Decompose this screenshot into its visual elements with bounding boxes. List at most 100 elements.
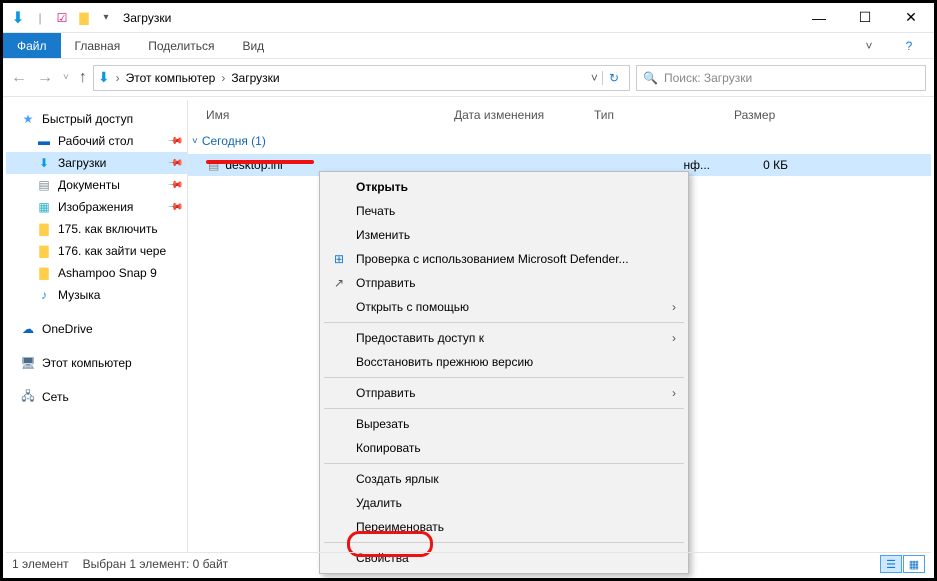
- column-type[interactable]: Тип: [594, 108, 734, 122]
- close-button[interactable]: ✕: [888, 3, 934, 33]
- sidebar-item-label: Рабочий стол: [58, 134, 133, 148]
- column-headers: Имя Дата изменения Тип Размер: [188, 100, 931, 130]
- menu-open[interactable]: Открыть: [322, 175, 686, 199]
- sidebar-label: Быстрый доступ: [42, 112, 133, 126]
- title-bar: ⬇ | ☑ ▇ ▾ Загрузки — ☐ ✕: [3, 3, 934, 33]
- navigation-bar: ← → ˅ ↑ ⬇ › Этот компьютер › Загрузки ˅ …: [3, 59, 934, 97]
- refresh-button[interactable]: ↻: [602, 71, 625, 85]
- nav-back-button[interactable]: ←: [11, 69, 27, 87]
- nav-up-button[interactable]: ↑: [79, 69, 87, 87]
- menu-edit[interactable]: Изменить: [322, 223, 686, 247]
- folder-icon: ▇: [36, 244, 52, 258]
- sidebar-label: Этот компьютер: [42, 356, 132, 370]
- sidebar-item-folder[interactable]: ▇ 175. как включить: [6, 218, 187, 240]
- group-label: Сегодня (1): [202, 134, 266, 148]
- column-name[interactable]: Имя: [206, 108, 454, 122]
- ribbon-expand-icon[interactable]: ˅: [854, 33, 884, 58]
- sidebar-label: Сеть: [42, 390, 69, 404]
- menu-restore-previous[interactable]: Восстановить прежнюю версию: [322, 350, 686, 374]
- sidebar-item-downloads[interactable]: ⬇ Загрузки 📌: [6, 152, 187, 174]
- sidebar-item-label: Документы: [58, 178, 120, 192]
- menu-defender[interactable]: ⊞ Проверка с использованием Microsoft De…: [322, 247, 686, 271]
- pin-icon: 📌: [166, 199, 183, 216]
- sidebar-item-folder[interactable]: ▇ Ashampoo Snap 9: [6, 262, 187, 284]
- sidebar-network[interactable]: 🖧 Сеть: [6, 386, 187, 408]
- sidebar-quickaccess[interactable]: ★ Быстрый доступ: [6, 108, 187, 130]
- menu-copy[interactable]: Копировать: [322, 436, 686, 460]
- menu-rename[interactable]: Переименовать: [322, 515, 686, 539]
- breadcrumb-root[interactable]: Этот компьютер: [126, 71, 216, 85]
- sidebar-item-pictures[interactable]: ▦ Изображения 📌: [6, 196, 187, 218]
- cloud-icon: ☁: [20, 322, 36, 336]
- breadcrumb-current[interactable]: Загрузки: [231, 71, 279, 85]
- maximize-button[interactable]: ☐: [842, 3, 888, 33]
- search-box[interactable]: 🔍 Поиск: Загрузки: [636, 65, 926, 91]
- menu-giveaccess[interactable]: Предоставить доступ к ›: [322, 326, 686, 350]
- folder-icon: ▇: [36, 266, 52, 280]
- search-placeholder: Поиск: Загрузки: [664, 71, 752, 85]
- column-date[interactable]: Дата изменения: [454, 108, 594, 122]
- details-view-button[interactable]: ☰: [880, 555, 902, 573]
- menu-print[interactable]: Печать: [322, 199, 686, 223]
- menu-openwith[interactable]: Открыть с помощью ›: [322, 295, 686, 319]
- navigation-pane: ★ Быстрый доступ ▬ Рабочий стол 📌 ⬇ Загр…: [6, 100, 188, 552]
- sidebar-onedrive[interactable]: ☁ OneDrive: [6, 318, 187, 340]
- submenu-arrow-icon: ›: [672, 386, 676, 400]
- submenu-arrow-icon: ›: [672, 331, 676, 345]
- star-icon: ★: [20, 112, 36, 126]
- column-size[interactable]: Размер: [734, 108, 824, 122]
- sidebar-item-label: 176. как зайти чере: [58, 244, 166, 258]
- tab-share[interactable]: Поделиться: [134, 33, 228, 58]
- qat-newfolder-icon[interactable]: ▇: [75, 9, 93, 27]
- address-icon: ⬇: [98, 69, 110, 86]
- sidebar-thispc[interactable]: 🖥 Этот компьютер: [6, 352, 187, 374]
- folder-icon: ▇: [36, 222, 52, 236]
- menu-create-shortcut[interactable]: Создать ярлык: [322, 467, 686, 491]
- search-icon: 🔍: [643, 71, 658, 85]
- network-icon: 🖧: [20, 387, 36, 408]
- minimize-button[interactable]: —: [796, 3, 842, 33]
- menu-cut[interactable]: Вырезать: [322, 412, 686, 436]
- sidebar-item-documents[interactable]: ▤ Документы 📌: [6, 174, 187, 196]
- chevron-down-icon: ˅: [192, 136, 198, 147]
- address-bar[interactable]: ⬇ › Этот компьютер › Загрузки ˅ ↻: [93, 65, 630, 91]
- window-title: Загрузки: [123, 11, 171, 25]
- pin-icon: 📌: [166, 133, 183, 150]
- sidebar-item-folder[interactable]: ▇ 176. как зайти чере: [6, 240, 187, 262]
- tab-view[interactable]: Вид: [228, 33, 278, 58]
- file-size: 0 КБ: [716, 158, 806, 172]
- sidebar-item-label: 175. как включить: [58, 222, 158, 236]
- breadcrumb-sep-icon: ›: [116, 71, 120, 85]
- tab-home[interactable]: Главная: [61, 33, 135, 58]
- sidebar-item-label: Загрузки: [58, 156, 106, 170]
- pin-icon: 📌: [166, 177, 183, 194]
- thumbnails-view-button[interactable]: ▦: [903, 555, 925, 573]
- annotation-underline: [206, 160, 314, 164]
- shield-icon: ⊞: [330, 252, 348, 266]
- menu-delete[interactable]: Удалить: [322, 491, 686, 515]
- status-bar: 1 элемент Выбран 1 элемент: 0 байт ☰ ▦: [6, 552, 931, 575]
- status-selection: Выбран 1 элемент: 0 байт: [83, 557, 229, 571]
- window-controls: — ☐ ✕: [796, 3, 934, 33]
- downloads-icon: ⬇: [36, 156, 52, 170]
- address-dropdown-icon[interactable]: ˅: [587, 71, 602, 85]
- desktop-icon: ▬: [36, 134, 52, 148]
- menu-share[interactable]: ↗ Отправить: [322, 271, 686, 295]
- qat-separator: |: [31, 9, 49, 27]
- file-type: нф...: [576, 158, 716, 172]
- sidebar-item-label: Изображения: [58, 200, 133, 214]
- context-menu: Открыть Печать Изменить ⊞ Проверка с исп…: [319, 171, 689, 574]
- sidebar-item-desktop[interactable]: ▬ Рабочий стол 📌: [6, 130, 187, 152]
- sidebar-label: OneDrive: [42, 322, 93, 336]
- group-header[interactable]: ˅ Сегодня (1): [188, 130, 931, 154]
- pin-icon: 📌: [166, 155, 183, 172]
- sidebar-item-music[interactable]: ♪ Музыка: [6, 284, 187, 306]
- nav-recent-dropdown[interactable]: ˅: [63, 72, 69, 83]
- qat-dropdown-icon[interactable]: ▾: [97, 9, 115, 27]
- nav-forward-button[interactable]: →: [37, 69, 53, 87]
- menu-sendto[interactable]: Отправить ›: [322, 381, 686, 405]
- file-tab[interactable]: Файл: [3, 33, 61, 58]
- qat-properties-icon[interactable]: ☑: [53, 9, 71, 27]
- share-icon: ↗: [330, 276, 348, 290]
- ribbon-help-icon[interactable]: ?: [884, 33, 934, 58]
